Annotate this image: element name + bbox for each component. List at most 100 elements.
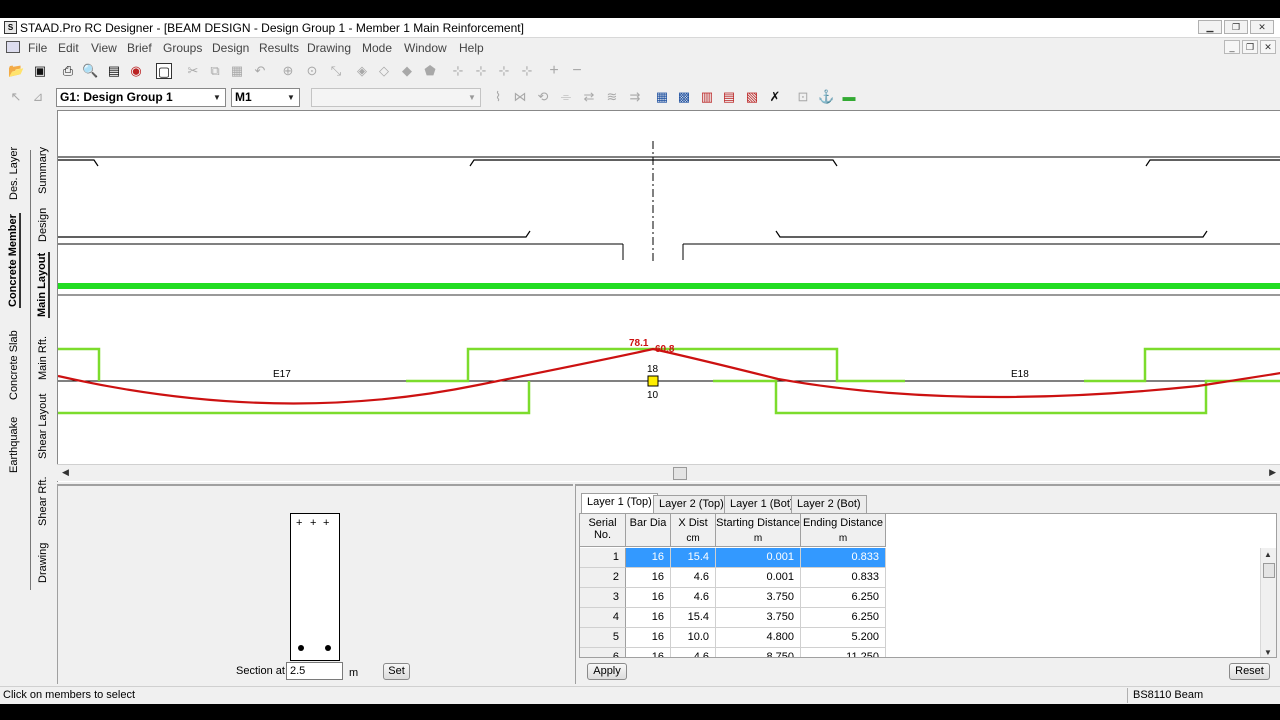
cell-end-dist[interactable]: 11.250 [801, 648, 886, 657]
cut-icon[interactable]: ✂ [185, 63, 201, 79]
scroll-thumb[interactable] [1263, 563, 1275, 578]
add-icon[interactable]: + [546, 63, 562, 79]
menu-design[interactable]: Design [212, 41, 249, 55]
column-header-end-dist[interactable]: Ending Distance m [801, 514, 886, 547]
menu-mode[interactable]: Mode [362, 41, 392, 55]
table-view-icon[interactable]: ▦ [654, 89, 670, 105]
tab-des-layer[interactable]: Des. Layer [8, 147, 20, 200]
cell-bar-dia[interactable]: 16 [626, 548, 671, 568]
frame-icon[interactable]: ▢ [156, 63, 172, 79]
restore-icon[interactable]: ❐ [1224, 20, 1248, 34]
apply-button[interactable]: Apply [587, 663, 627, 680]
mdi-close-icon[interactable]: ✕ [1260, 40, 1276, 54]
tab-main-layout[interactable]: Main Layout [36, 252, 50, 318]
cell-bar-dia[interactable]: 16 [626, 648, 671, 657]
scroll-up-icon[interactable]: ▲ [1264, 550, 1272, 559]
tab-main-rft[interactable]: Main Rft. [37, 335, 49, 380]
page-setup-icon[interactable]: ▤ [106, 63, 122, 79]
table-vertical-scrollbar[interactable]: ▲ ▼ [1260, 548, 1276, 657]
torsion-icon[interactable]: ⌯ [558, 89, 574, 105]
cell-start-dist[interactable]: 0.001 [716, 568, 801, 588]
menu-edit[interactable]: Edit [58, 41, 79, 55]
cell-end-dist[interactable]: 0.833 [801, 548, 886, 568]
tab-layer2-top[interactable]: Layer 2 (Top) [653, 495, 730, 513]
view-rotate-icon[interactable]: ◆ [399, 63, 415, 79]
scroll-thumb[interactable] [673, 467, 687, 480]
tab-layer2-bot[interactable]: Layer 2 (Bot) [791, 495, 867, 513]
cell-x-dist[interactable]: 15.4 [671, 608, 716, 628]
cell-start-dist[interactable]: 0.001 [716, 548, 801, 568]
redistribute-icon[interactable]: ⇉ [627, 89, 643, 105]
view-3d-icon[interactable]: ◇ [376, 63, 392, 79]
cell-bar-dia[interactable]: 16 [626, 628, 671, 648]
cell-start-dist[interactable]: 8.750 [716, 648, 801, 657]
cell-start-dist[interactable]: 3.750 [716, 588, 801, 608]
select-cursor-icon[interactable]: ↖ [8, 89, 24, 105]
cell-end-dist[interactable]: 6.250 [801, 608, 886, 628]
table-row[interactable]: 3 16 4.6 3.750 6.250 [580, 588, 886, 608]
copy-icon[interactable]: ⧉ [207, 63, 223, 79]
view-iso-icon[interactable]: ◈ [354, 63, 370, 79]
scroll-left-icon[interactable]: ◀ [62, 467, 69, 478]
reset-button[interactable]: Reset [1229, 663, 1270, 680]
shear-diagram-icon[interactable]: ⋈ [512, 89, 528, 105]
menu-window[interactable]: Window [404, 41, 447, 55]
anchor-icon[interactable]: ⚓ [818, 89, 834, 105]
print-preview-icon[interactable]: 🔍 [82, 63, 98, 79]
cell-bar-dia[interactable]: 16 [626, 568, 671, 588]
scroll-down-icon[interactable]: ▼ [1264, 648, 1272, 657]
open-folder-icon[interactable]: 📂 [8, 63, 24, 79]
tab-layer1-top[interactable]: Layer 1 (Top) [581, 493, 658, 513]
cell-x-dist[interactable]: 4.6 [671, 588, 716, 608]
menu-help[interactable]: Help [459, 41, 484, 55]
drawing-horizontal-scrollbar[interactable]: ◀ ▶ [57, 464, 1280, 481]
tab-earthquake[interactable]: Earthquake [8, 415, 20, 475]
beam-drawing-canvas[interactable]: 78.1 60.8 E17 E18 18 10 [57, 110, 1280, 482]
remove-icon[interactable]: − [569, 63, 585, 79]
mdi-minimize-icon[interactable]: _ [1224, 40, 1240, 54]
move-down-icon[interactable]: ⊹ [519, 63, 535, 79]
document-icon[interactable] [6, 41, 20, 53]
menu-groups[interactable]: Groups [163, 41, 202, 55]
column-header-x-dist[interactable]: X Dist cm [671, 514, 716, 547]
tab-design[interactable]: Design [37, 207, 49, 243]
tab-concrete-member[interactable]: Concrete Member [7, 213, 21, 308]
zoom-window-icon[interactable]: ⊙ [304, 63, 320, 79]
set-button[interactable]: Set [383, 663, 410, 680]
section-view-icon[interactable]: ▩ [676, 89, 692, 105]
cell-end-dist[interactable]: 6.250 [801, 588, 886, 608]
menu-file[interactable]: File [28, 41, 47, 55]
member-select[interactable]: M1 ▼ [231, 88, 300, 107]
fit-window-icon[interactable]: ⊡ [795, 89, 811, 105]
move-left-icon[interactable]: ⊹ [450, 63, 466, 79]
moment-diagram-icon[interactable]: ⌇ [490, 89, 506, 105]
table-row[interactable]: 2 16 4.6 0.001 0.833 [580, 568, 886, 588]
cell-bar-dia[interactable]: 16 [626, 588, 671, 608]
tab-concrete-slab[interactable]: Concrete Slab [8, 330, 20, 400]
column-header-bar-dia[interactable]: Bar Dia [626, 514, 671, 547]
tab-summary[interactable]: Summary [37, 146, 49, 194]
menu-view[interactable]: View [91, 41, 117, 55]
tab-drawing[interactable]: Drawing [37, 542, 49, 584]
detail-view-icon[interactable]: ▧ [744, 89, 760, 105]
cell-end-dist[interactable]: 5.200 [801, 628, 886, 648]
menu-brief[interactable]: Brief [127, 41, 152, 55]
tab-shear-rft[interactable]: Shear Rft. [37, 476, 49, 526]
cell-x-dist[interactable]: 10.0 [671, 628, 716, 648]
axial-icon[interactable]: ⇄ [581, 89, 597, 105]
mdi-restore-icon[interactable]: ❐ [1242, 40, 1258, 54]
cell-x-dist[interactable]: 15.4 [671, 548, 716, 568]
cell-x-dist[interactable]: 4.6 [671, 568, 716, 588]
envelope-icon[interactable]: ≋ [604, 89, 620, 105]
table-row[interactable]: 5 16 10.0 4.800 5.200 [580, 628, 886, 648]
tab-shear-layout[interactable]: Shear Layout [37, 394, 49, 459]
menu-results[interactable]: Results [259, 41, 299, 55]
move-right-icon[interactable]: ⊹ [473, 63, 489, 79]
bar-tool-icon[interactable]: ▬ [841, 89, 857, 105]
column-header-serial[interactable]: Serial No. [580, 514, 626, 547]
section-at-input[interactable]: 2.5 [286, 662, 343, 680]
camera-icon[interactable]: ◉ [128, 63, 144, 79]
scroll-right-icon[interactable]: ▶ [1269, 467, 1276, 478]
close-icon[interactable]: ✕ [1250, 20, 1274, 34]
node-marker[interactable] [647, 375, 659, 387]
